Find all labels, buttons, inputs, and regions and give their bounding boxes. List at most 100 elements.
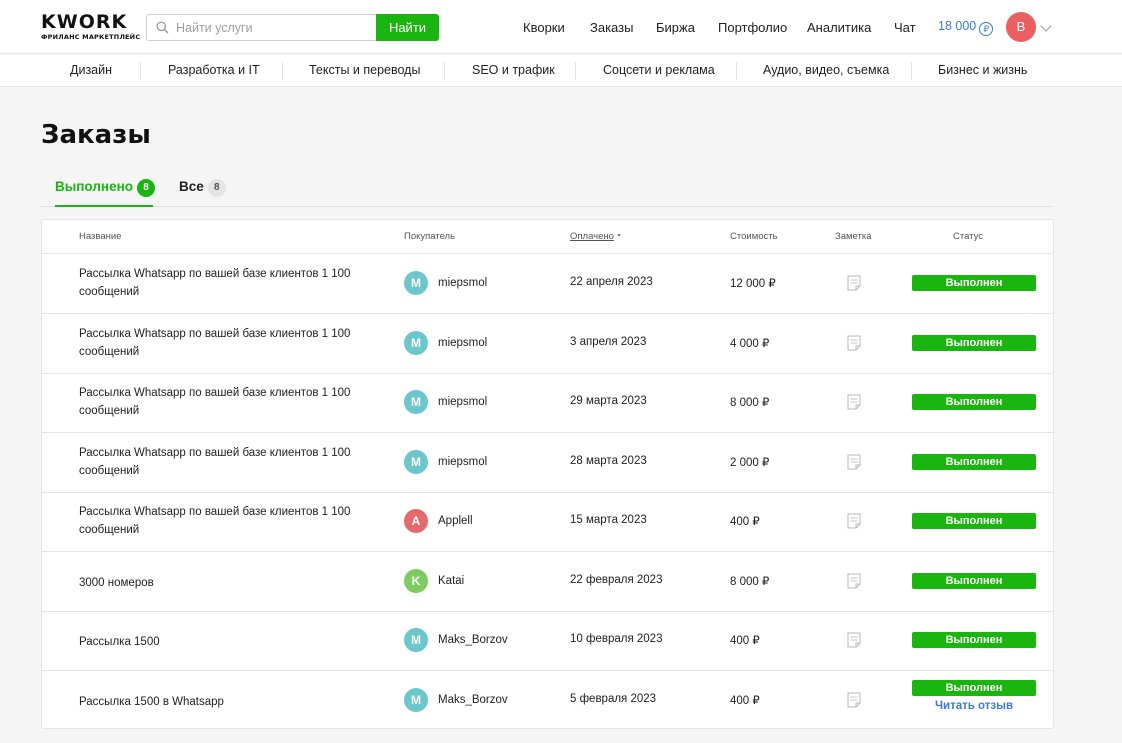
note-icon[interactable] <box>847 335 861 351</box>
search-button[interactable]: Найти <box>376 14 439 41</box>
buyer-name: Maks_Borzov <box>438 694 508 706</box>
status-cell: Выполнен <box>912 573 1036 589</box>
column-paid[interactable]: Оплачено <box>570 231 621 242</box>
buyer[interactable]: Mmiepsmol <box>404 450 487 474</box>
note-icon[interactable] <box>847 275 861 291</box>
search-input[interactable] <box>176 15 376 40</box>
buyer-name: Applell <box>438 515 473 527</box>
buyer-avatar: M <box>404 271 428 295</box>
buyer[interactable]: M Maks_Borzov <box>404 688 508 712</box>
note-icon[interactable] <box>847 454 861 470</box>
category-divider <box>911 62 912 80</box>
note-icon[interactable] <box>847 573 861 589</box>
status-cell: Выполнен <box>912 632 1036 648</box>
nav-exchange[interactable]: Биржа <box>656 20 695 35</box>
order-name[interactable]: Рассылка Whatsapp по вашей базе клиентов… <box>79 503 379 539</box>
table-row[interactable]: Рассылка Whatsapp по вашей базе клиентов… <box>42 254 1053 314</box>
nav-analytics[interactable]: Аналитика <box>807 20 871 35</box>
order-name[interactable]: Рассылка 1500 в Whatsapp <box>79 693 379 711</box>
order-name[interactable]: Рассылка Whatsapp по вашей базе клиентов… <box>79 265 379 301</box>
status-badge: Выполнен <box>912 513 1036 529</box>
nav-orders[interactable]: Заказы <box>590 20 633 35</box>
category-business[interactable]: Бизнес и жизнь <box>938 63 1027 77</box>
sort-caret-icon <box>616 234 621 237</box>
order-price: 400 ₽ <box>730 635 760 647</box>
tab-completed[interactable]: Выполнено 8 <box>55 179 155 197</box>
category-divider <box>736 62 737 80</box>
table-row[interactable]: Рассылка Whatsapp по вашей базе клиентов… <box>42 433 1053 493</box>
paid-date: 22 апреля 2023 <box>570 276 653 288</box>
buyer[interactable]: K Katai <box>404 569 464 593</box>
count-badge: 8 <box>136 179 155 197</box>
status-badge: Выполнен <box>912 632 1036 648</box>
order-name[interactable]: Рассылка 1500 <box>79 633 379 651</box>
buyer-name: miepsmol <box>438 396 488 408</box>
buyer-avatar: M <box>404 628 428 652</box>
category-texts[interactable]: Тексты и переводы <box>309 63 420 77</box>
buyer[interactable]: Mmiepsmol <box>404 390 487 414</box>
paid-date: 29 марта 2023 <box>570 395 647 407</box>
balance-amount: 18 000 <box>938 19 977 33</box>
logo-subtitle: ФРИЛАНС МАРКЕТПЛЕЙС <box>41 33 141 41</box>
balance[interactable]: 18 000 ₽ <box>938 19 994 36</box>
category-development[interactable]: Разработка и IT <box>168 63 260 77</box>
paid-date: 3 апреля 2023 <box>570 336 647 348</box>
buyer-avatar: M <box>404 390 428 414</box>
category-design[interactable]: Дизайн <box>70 63 112 77</box>
table-row[interactable]: Рассылка Whatsapp по вашей базе клиентов… <box>42 373 1053 433</box>
category-media[interactable]: Аудио, видео, съемка <box>763 63 889 77</box>
buyer[interactable]: M Maks_Borzov <box>404 628 508 652</box>
order-name[interactable]: Рассылка Whatsapp по вашей базе клиентов… <box>79 444 379 480</box>
status-cell: Выполнен Читать отзыв <box>912 680 1036 712</box>
chevron-down-icon[interactable] <box>1040 20 1052 32</box>
table-row[interactable]: Рассылка Whatsapp по вашей базе клиентов… <box>42 314 1053 374</box>
category-social[interactable]: Соцсети и реклама <box>603 63 715 77</box>
column-price: Стоимость <box>730 231 778 242</box>
read-review-link[interactable]: Читать отзыв <box>912 700 1036 712</box>
table-row[interactable]: 3000 номеров K Katai 22 февраля 2023 8 000 ₽… <box>42 552 1053 612</box>
order-price: 400 ₽ <box>730 695 760 707</box>
tab-all[interactable]: Все 8 <box>179 179 226 197</box>
note-icon[interactable] <box>847 632 861 648</box>
order-price: 12 000 ₽ <box>730 278 776 290</box>
buyer-avatar: A <box>404 509 428 533</box>
note-icon[interactable] <box>847 692 861 708</box>
buyer-avatar: M <box>404 331 428 355</box>
order-price: 400 ₽ <box>730 516 760 528</box>
top-header: KWORK ФРИЛАНС МАРКЕТПЛЕЙС Найти Кворки З… <box>0 0 1122 54</box>
paid-date: 22 февраля 2023 <box>570 574 663 586</box>
order-name[interactable]: Рассылка Whatsapp по вашей базе клиентов… <box>79 384 379 420</box>
status-cell: Выполнен <box>912 394 1036 410</box>
kwork-logo[interactable]: KWORK ФРИЛАНС МАРКЕТПЛЕЙС <box>41 12 140 41</box>
orders-table: Название Покупатель Оплачено Стоимость З… <box>41 219 1054 729</box>
order-name[interactable]: 3000 номеров <box>79 574 379 592</box>
table-row[interactable]: Рассылка 1500 в Whatsapp M Maks_Borzov 5 фе… <box>42 671 1053 731</box>
paid-date: 10 февраля 2023 <box>570 633 663 645</box>
buyer[interactable]: Mmiepsmol <box>404 331 487 355</box>
buyer[interactable]: Mmiepsmol <box>404 271 487 295</box>
table-row[interactable]: Рассылка 1500 M Maks_Borzov 10 февраля 2023… <box>42 611 1053 671</box>
page-title: Заказы <box>41 120 151 150</box>
note-icon[interactable] <box>847 394 861 410</box>
order-tabs: Выполнено 8 Все 8 <box>41 176 1053 207</box>
order-name[interactable]: Рассылка Whatsapp по вашей базе клиентов… <box>79 325 379 361</box>
buyer-avatar: K <box>404 569 428 593</box>
buyer[interactable]: A Applell <box>404 509 473 533</box>
category-seo[interactable]: SEO и трафик <box>472 63 555 77</box>
nav-portfolio[interactable]: Портфолио <box>718 20 787 35</box>
buyer-name: miepsmol <box>438 456 488 468</box>
column-status: Статус <box>953 231 984 242</box>
note-icon[interactable] <box>847 513 861 529</box>
nav-kworks[interactable]: Кворки <box>523 20 565 35</box>
category-divider <box>282 62 283 80</box>
count-badge: 8 <box>207 179 226 197</box>
column-name: Название <box>79 231 122 242</box>
order-price: 8 000 ₽ <box>730 576 770 588</box>
tab-label: Все <box>179 179 204 194</box>
table-row[interactable]: Рассылка Whatsapp по вашей базе клиентов… <box>42 492 1053 552</box>
status-badge: Выполнен <box>912 275 1036 291</box>
user-avatar[interactable]: B <box>1006 12 1036 42</box>
status-badge: Выполнен <box>912 573 1036 589</box>
paid-date: 15 марта 2023 <box>570 514 647 526</box>
nav-chat[interactable]: Чат <box>894 20 916 35</box>
